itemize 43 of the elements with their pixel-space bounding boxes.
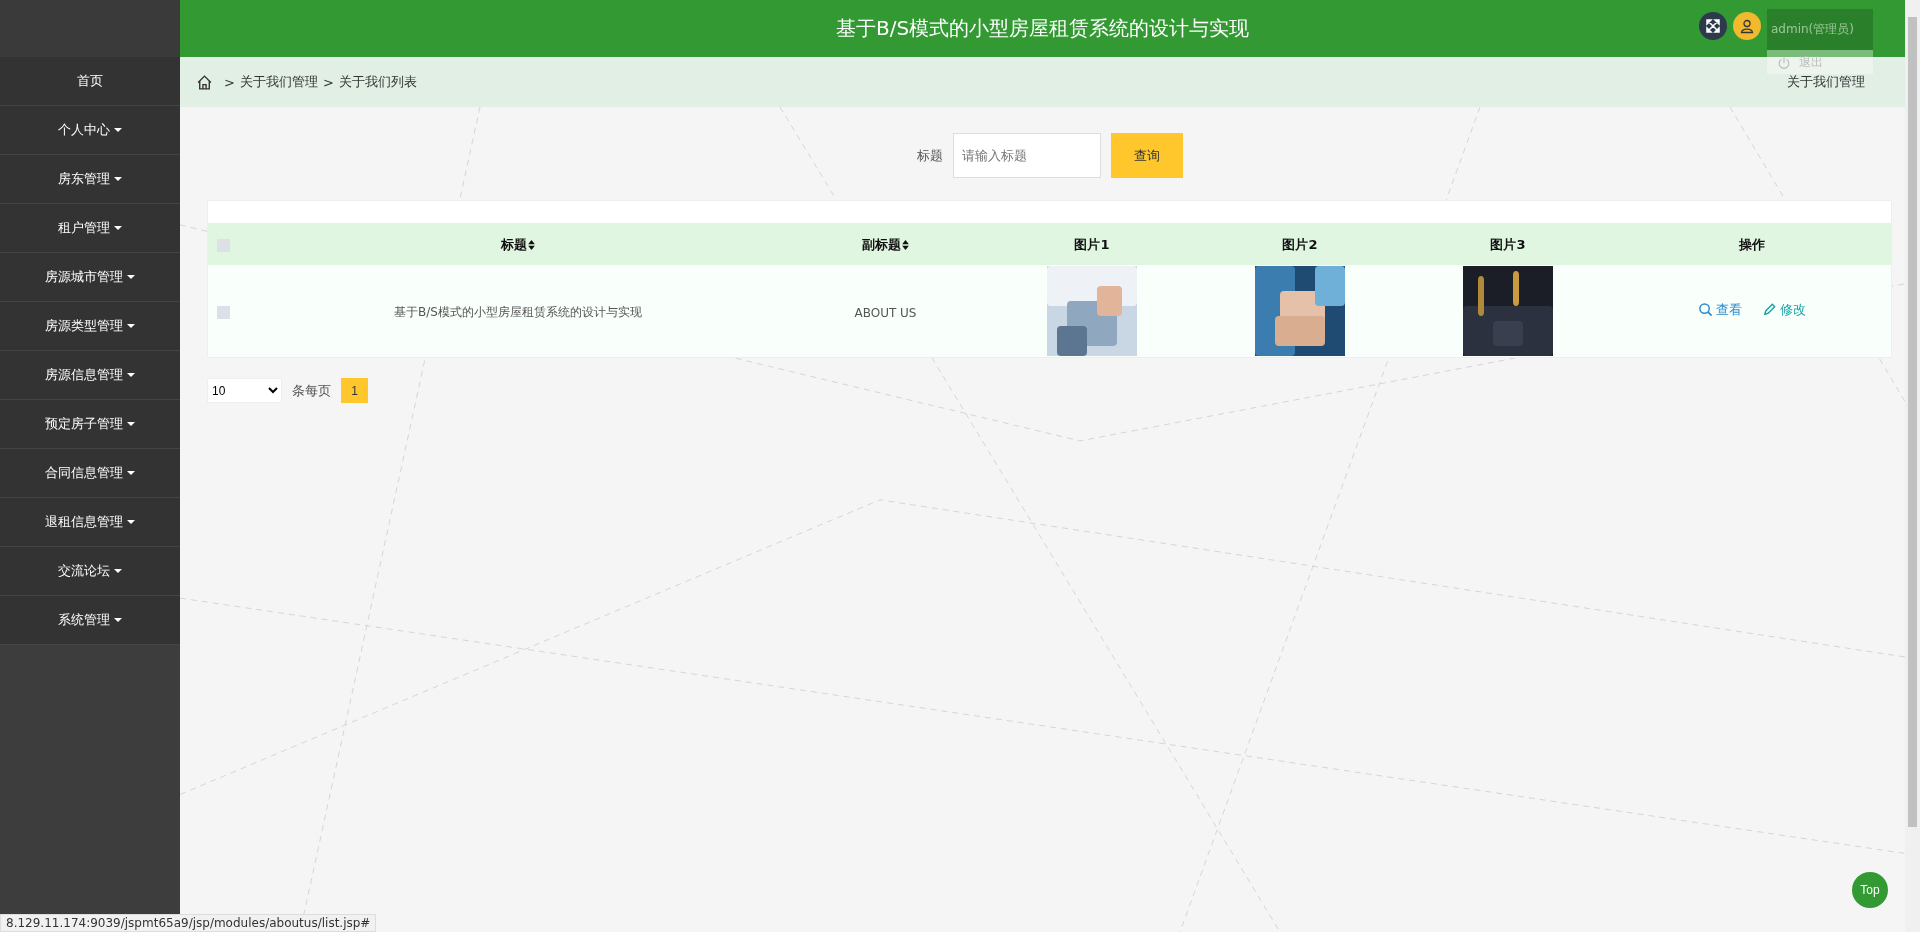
sidebar-item[interactable]: 个人中心 <box>0 106 180 155</box>
column-header: 操作 <box>1738 236 1765 254</box>
sidebar-item[interactable]: 房源城市管理 <box>0 253 180 302</box>
sidebar-item[interactable]: 首页 <box>0 57 180 106</box>
sidebar-item[interactable]: 租户管理 <box>0 204 180 253</box>
column-header: 图片3 <box>1490 236 1526 254</box>
sidebar-item[interactable]: 交流论坛 <box>0 547 180 596</box>
breadcrumb-separator: > <box>224 74 235 90</box>
system-title: 基于B/S模式的小型房屋租赁系统的设计与实现 <box>835 15 1250 42</box>
view-link[interactable]: 查看 <box>1697 300 1742 319</box>
search-button[interactable]: 查询 <box>1110 133 1183 178</box>
home-icon[interactable] <box>196 73 213 91</box>
breadcrumb-item[interactable]: 关于我们列表 <box>338 73 417 91</box>
sort-icon[interactable] <box>528 240 535 250</box>
status-bar: 8.129.11.174:9039/jspmt65a9/jsp/modules/aboutus/list.jsp# <box>0 914 377 932</box>
column-header: 图片1 <box>1074 236 1110 254</box>
breadcrumb-item[interactable]: 关于我们管理 <box>239 73 318 91</box>
column-header: 标题 <box>501 236 535 254</box>
checkbox[interactable] <box>217 305 230 319</box>
page-size-select[interactable]: 10 <box>207 378 282 403</box>
column-header: 图片2 <box>1282 236 1318 254</box>
page-size-label: 条每页 <box>292 381 331 400</box>
sidebar-item[interactable]: 房源信息管理 <box>0 351 180 400</box>
sidebar-item[interactable]: 合同信息管理 <box>0 449 180 498</box>
power-icon <box>1777 55 1791 70</box>
search-label: 标题 <box>916 146 943 165</box>
sort-icon[interactable] <box>902 240 909 250</box>
sidebar-item[interactable]: 退租信息管理 <box>0 498 180 547</box>
page-button[interactable]: 1 <box>341 378 368 403</box>
sidebar-item[interactable]: 房源类型管理 <box>0 302 180 351</box>
pencil-icon <box>1761 302 1777 318</box>
search-icon <box>1697 302 1713 318</box>
back-to-top-button[interactable]: Top <box>1852 872 1888 908</box>
sidebar-item[interactable]: 预定房子管理 <box>0 400 180 449</box>
breadcrumb-separator: > <box>322 74 334 90</box>
table-cell: 基于B/S模式的小型房屋租赁系统的设计与实现 <box>394 305 642 319</box>
table-cell: ABOUT US <box>854 305 917 320</box>
sidebar-item[interactable]: 系统管理 <box>0 596 180 645</box>
scrollbar[interactable] <box>1905 0 1920 932</box>
sidebar-item[interactable]: 房东管理 <box>0 155 180 204</box>
column-header: 副标题 <box>862 236 909 254</box>
page-title: 关于我们管理 <box>1787 73 1865 91</box>
search-field[interactable]: 请输入标题 <box>952 133 1101 178</box>
